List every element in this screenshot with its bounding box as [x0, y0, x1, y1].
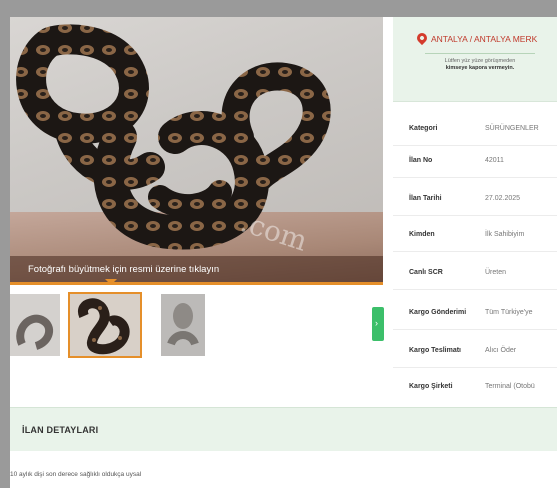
- map-pin-icon: [414, 30, 430, 46]
- enlarge-hint-text[interactable]: Fotoğrafı büyütmek için resmi üzerine tı…: [28, 264, 219, 275]
- info-row-category: Kategori SÜRÜNGENLER: [393, 113, 557, 146]
- info-row-shipping: Kargo Gönderimi Tüm Türkiye'ye: [393, 297, 557, 330]
- info-row-listing-date: İlan Tarihi 27.02.2025: [393, 183, 557, 216]
- next-thumbnail-button[interactable]: ›: [372, 307, 384, 341]
- ball-python-image: [16, 24, 331, 250]
- location-text[interactable]: ANTALYA / ANTALYA MERK: [431, 34, 537, 44]
- thumbnail-1[interactable]: [10, 294, 60, 356]
- info-key: Kargo Şirketi: [409, 383, 453, 390]
- chevron-right-icon: ›: [375, 318, 378, 328]
- safety-note-line-2: kimseye kapora vermeyin.: [445, 65, 515, 71]
- details-header: İLAN DETAYLARI: [10, 407, 557, 451]
- info-key: Kargo Gönderimi: [409, 309, 467, 316]
- main-photo[interactable]: .com Fotoğrafı büyütmek için resmi üzeri…: [10, 17, 383, 282]
- info-value: 27.02.2025: [485, 195, 521, 202]
- safety-note: Lütfen yüz yüze görüşmeden kimseye kapor…: [425, 53, 535, 72]
- location-box: ANTALYA / ANTALYA MERK Lütfen yüz yüze g…: [393, 17, 557, 102]
- info-value: İlk Sahibiyim: [485, 231, 525, 238]
- info-value: SÜRÜNGENLER: [485, 125, 539, 132]
- info-key: Kimden: [409, 231, 435, 238]
- info-key: İlan No: [409, 157, 433, 164]
- info-value: Tüm Türkiye'ye: [485, 309, 533, 316]
- info-value: Üreten: [485, 269, 507, 276]
- info-key: Canlı SCR: [409, 269, 443, 276]
- info-row-seller: Kimden İlk Sahibiyim: [393, 219, 557, 252]
- thumbnail-2[interactable]: [68, 292, 142, 358]
- thumbnail-3-image: [167, 303, 199, 346]
- info-value: Terminal (Otobü: [485, 383, 535, 390]
- listing-page: .com Fotoğrafı büyütmek için resmi üzeri…: [10, 17, 557, 488]
- info-row-listing-no: İlan No 42011: [393, 145, 557, 178]
- info-key: Kategori: [409, 125, 438, 132]
- listing-info-panel: ANTALYA / ANTALYA MERK Lütfen yüz yüze g…: [393, 17, 557, 397]
- info-value: 42011: [485, 157, 504, 164]
- details-title: İLAN DETAYLARI: [22, 425, 99, 435]
- info-row-cargo-payment: Kargo Teslimatı Alıcı Öder: [393, 335, 557, 368]
- details-description: 10 aylık dişi son derece sağlıklı oldukç…: [10, 471, 142, 478]
- info-key: Kargo Teslimatı: [409, 347, 461, 354]
- info-row-cargo-company: Kargo Şirketi Terminal (Otobü: [393, 371, 557, 403]
- info-row-breeder: Canlı SCR Üreten: [393, 257, 557, 290]
- thumbnail-1-image: [16, 314, 54, 350]
- active-thumb-pointer: [105, 279, 117, 285]
- info-key: İlan Tarihi: [409, 195, 442, 202]
- gallery-divider: [10, 282, 383, 285]
- info-value: Alıcı Öder: [485, 347, 517, 354]
- thumbnail-2-image: [78, 298, 130, 355]
- safety-note-line-1: Lütfen yüz yüze görüşmeden: [444, 58, 516, 64]
- thumbnail-3[interactable]: [161, 294, 205, 356]
